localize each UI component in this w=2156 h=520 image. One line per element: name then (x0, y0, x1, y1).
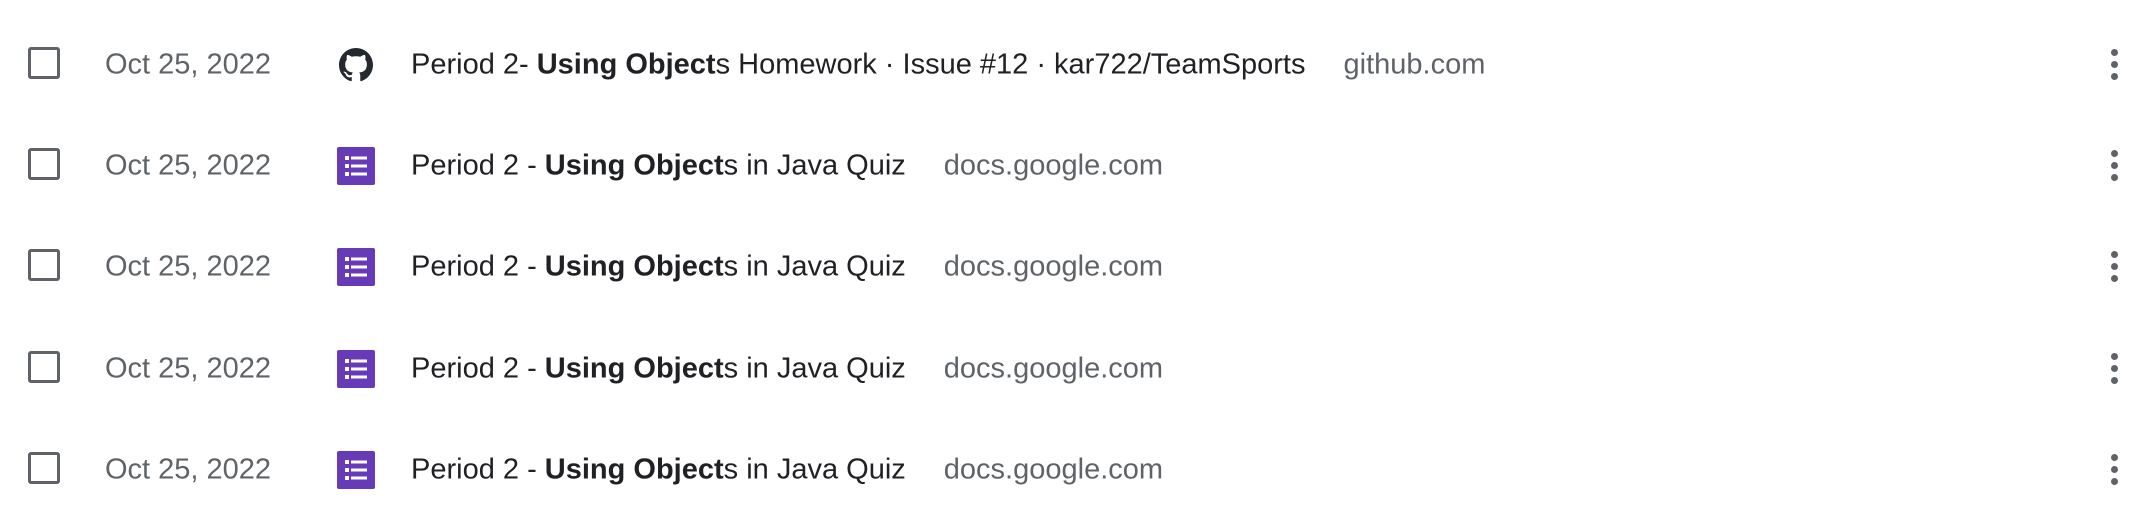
more-actions-icon[interactable] (2096, 245, 2132, 289)
visit-date: Oct 25, 2022 (105, 149, 272, 181)
history-entry-link[interactable]: Period 2 - Using Objects in Java Quiz do… (411, 352, 1163, 385)
more-actions-icon[interactable] (2096, 448, 2132, 492)
google-forms-icon (337, 247, 375, 286)
google-forms-icon (337, 146, 375, 185)
visit-date: Oct 25, 2022 (105, 250, 272, 282)
visit-date: Oct 25, 2022 (105, 48, 272, 80)
history-entry[interactable]: Oct 25, 2022 Period 2 - Using Objects in… (0, 115, 2156, 216)
google-forms-icon (337, 450, 375, 489)
github-icon (337, 46, 375, 84)
entry-title: Period 2 - Using Objects in Java Quiz (411, 453, 906, 485)
history-entry-link[interactable]: Period 2- Using Objects Homework · Issue… (411, 48, 1485, 81)
select-checkbox[interactable] (28, 451, 60, 484)
entry-domain: docs.google.com (943, 250, 1164, 282)
entry-domain: docs.google.com (943, 149, 1164, 181)
select-checkbox[interactable] (28, 46, 60, 79)
entry-title: Period 2 - Using Objects in Java Quiz (411, 149, 906, 181)
more-actions-icon[interactable] (2096, 43, 2132, 87)
history-entry-link[interactable]: Period 2 - Using Objects in Java Quiz do… (411, 149, 1163, 182)
more-actions-icon[interactable] (2096, 347, 2132, 391)
visit-date: Oct 25, 2022 (105, 352, 272, 384)
history-entry[interactable]: Oct 25, 2022 Period 2 - Using Objects in… (0, 216, 2156, 317)
more-actions-icon[interactable] (2096, 144, 2132, 188)
google-forms-icon (337, 349, 375, 388)
visit-date: Oct 25, 2022 (105, 453, 272, 485)
entry-title: Period 2 - Using Objects in Java Quiz (411, 250, 906, 282)
history-entry[interactable]: Oct 25, 2022 Period 2- Using Objects Hom… (0, 14, 2156, 115)
select-checkbox[interactable] (28, 147, 60, 180)
entry-title: Period 2 - Using Objects in Java Quiz (411, 352, 906, 384)
entry-domain: github.com (1343, 48, 1486, 80)
history-entry[interactable]: Oct 25, 2022 Period 2 - Using Objects in… (0, 419, 2156, 520)
select-checkbox[interactable] (28, 248, 60, 281)
history-entry-link[interactable]: Period 2 - Using Objects in Java Quiz do… (411, 250, 1163, 283)
history-list: Oct 25, 2022 Period 2- Using Objects Hom… (0, 0, 2156, 520)
entry-domain: docs.google.com (943, 352, 1164, 384)
entry-domain: docs.google.com (943, 453, 1164, 485)
entry-title: Period 2- Using Objects Homework · Issue… (411, 48, 1306, 80)
history-entry-link[interactable]: Period 2 - Using Objects in Java Quiz do… (411, 453, 1163, 486)
select-checkbox[interactable] (28, 350, 60, 383)
history-entry[interactable]: Oct 25, 2022 Period 2 - Using Objects in… (0, 318, 2156, 419)
